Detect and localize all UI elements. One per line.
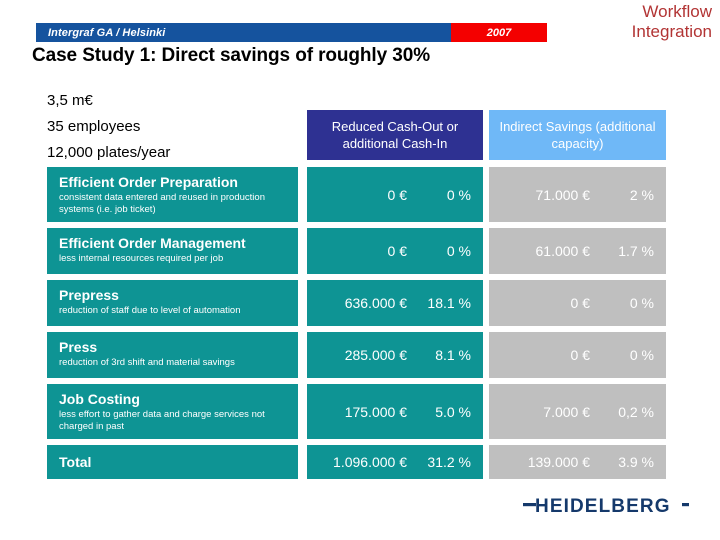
table-row-title: Job Costing (59, 390, 298, 408)
direct-percent: 0 % (411, 243, 483, 259)
savings-table: Reduced Cash-Out or additional Cash-In I… (47, 110, 666, 485)
table-total-title: Total (59, 453, 298, 471)
table-row-label-cell: Job Costing less effort to gather data a… (47, 384, 298, 439)
heidelberg-wordmark-icon: HEIDELBERG (523, 494, 689, 516)
section-label: Workflow Integration (632, 2, 712, 42)
brand-banner-year-section: 2007 (451, 23, 547, 42)
table-row-label-cell: Efficient Order Preparation consistent d… (47, 167, 298, 222)
table-row-label-cell: Press reduction of 3rd shift and materia… (47, 332, 298, 378)
table-header-indirect-savings: Indirect Savings (additional capacity) (489, 110, 666, 160)
table-row: Job Costing less effort to gather data a… (47, 384, 666, 439)
table-row-direct-cell: 285.000 € 8.1 % (307, 332, 483, 378)
table-row-title: Efficient Order Management (59, 234, 298, 252)
indirect-percent: 2 % (594, 187, 666, 203)
indirect-amount: 61.000 € (489, 243, 594, 259)
table-row-subtitle: reduction of staff due to level of autom… (59, 305, 298, 317)
direct-amount: 636.000 € (307, 295, 411, 311)
page-title: Case Study 1: Direct savings of roughly … (32, 45, 430, 67)
section-label-line2: Integration (632, 22, 712, 42)
table-row-direct-cell: 636.000 € 18.1 % (307, 280, 483, 326)
table-row-subtitle: consistent data entered and reused in pr… (59, 192, 298, 216)
table-total-indirect-cell: 139.000 € 3.9 % (489, 445, 666, 479)
section-label-line1: Workflow (632, 2, 712, 22)
brand-banner: Intergraf GA / Helsinki 2007 (36, 23, 547, 42)
total-indirect-amount: 139.000 € (489, 454, 594, 470)
direct-percent: 0 % (411, 187, 483, 203)
table-row-title: Prepress (59, 286, 298, 304)
table-row-label-cell: Efficient Order Management less internal… (47, 228, 298, 274)
table-total-row: Total 1.096.000 € 31.2 % 139.000 € 3.9 % (47, 445, 666, 479)
brand-banner-year-label: 2007 (487, 27, 511, 39)
table-row-indirect-cell: 0 € 0 % (489, 280, 666, 326)
total-direct-percent: 31.2 % (411, 454, 483, 470)
table-row-label-cell: Prepress reduction of staff due to level… (47, 280, 298, 326)
table-row-indirect-cell: 7.000 € 0,2 % (489, 384, 666, 439)
indirect-percent: 1.7 % (594, 243, 666, 259)
table-row-subtitle: less internal resources required per job (59, 253, 298, 265)
table-row-direct-cell: 175.000 € 5.0 % (307, 384, 483, 439)
brand-banner-label: Intergraf GA / Helsinki (48, 27, 165, 39)
direct-amount: 0 € (307, 187, 411, 203)
direct-percent: 8.1 % (411, 347, 483, 363)
indirect-amount: 7.000 € (489, 404, 594, 420)
table-row-direct-cell: 0 € 0 % (307, 228, 483, 274)
indirect-amount: 0 € (489, 295, 594, 311)
table-row-title: Press (59, 338, 298, 356)
table-row-title: Efficient Order Preparation (59, 173, 298, 191)
table-row-subtitle: reduction of 3rd shift and material savi… (59, 357, 298, 369)
direct-amount: 0 € (307, 243, 411, 259)
table-header-label-col (47, 110, 298, 160)
direct-amount: 285.000 € (307, 347, 411, 363)
table-header-row: Reduced Cash-Out or additional Cash-In I… (47, 110, 666, 160)
indirect-amount: 71.000 € (489, 187, 594, 203)
table-header-indirect-savings-label: Indirect Savings (additional capacity) (495, 118, 660, 152)
table-row: Press reduction of 3rd shift and materia… (47, 332, 666, 378)
indirect-percent: 0 % (594, 347, 666, 363)
direct-amount: 175.000 € (307, 404, 411, 420)
table-header-direct-savings: Reduced Cash-Out or additional Cash-In (307, 110, 483, 160)
table-row: Efficient Order Management less internal… (47, 228, 666, 274)
indirect-percent: 0 % (594, 295, 666, 311)
table-total-label-cell: Total (47, 445, 298, 479)
indirect-percent: 0,2 % (594, 404, 666, 420)
table-row: Prepress reduction of staff due to level… (47, 280, 666, 326)
table-row: Efficient Order Preparation consistent d… (47, 167, 666, 222)
slide-header: Intergraf GA / Helsinki 2007 Case Study … (0, 0, 720, 90)
table-header-direct-savings-label: Reduced Cash-Out or additional Cash-In (313, 118, 477, 152)
total-indirect-percent: 3.9 % (594, 454, 666, 470)
total-direct-amount: 1.096.000 € (307, 454, 411, 470)
direct-percent: 5.0 % (411, 404, 483, 420)
heidelberg-logo: HEIDELBERG (523, 494, 689, 516)
table-row-direct-cell: 0 € 0 % (307, 167, 483, 222)
table-row-indirect-cell: 71.000 € 2 % (489, 167, 666, 222)
brand-banner-blue-section: Intergraf GA / Helsinki (36, 23, 451, 42)
table-total-direct-cell: 1.096.000 € 31.2 % (307, 445, 483, 479)
svg-text:HEIDELBERG: HEIDELBERG (535, 496, 671, 516)
table-row-indirect-cell: 0 € 0 % (489, 332, 666, 378)
indirect-amount: 0 € (489, 347, 594, 363)
table-row-subtitle: less effort to gather data and charge se… (59, 409, 298, 433)
table-row-indirect-cell: 61.000 € 1.7 % (489, 228, 666, 274)
direct-percent: 18.1 % (411, 295, 483, 311)
